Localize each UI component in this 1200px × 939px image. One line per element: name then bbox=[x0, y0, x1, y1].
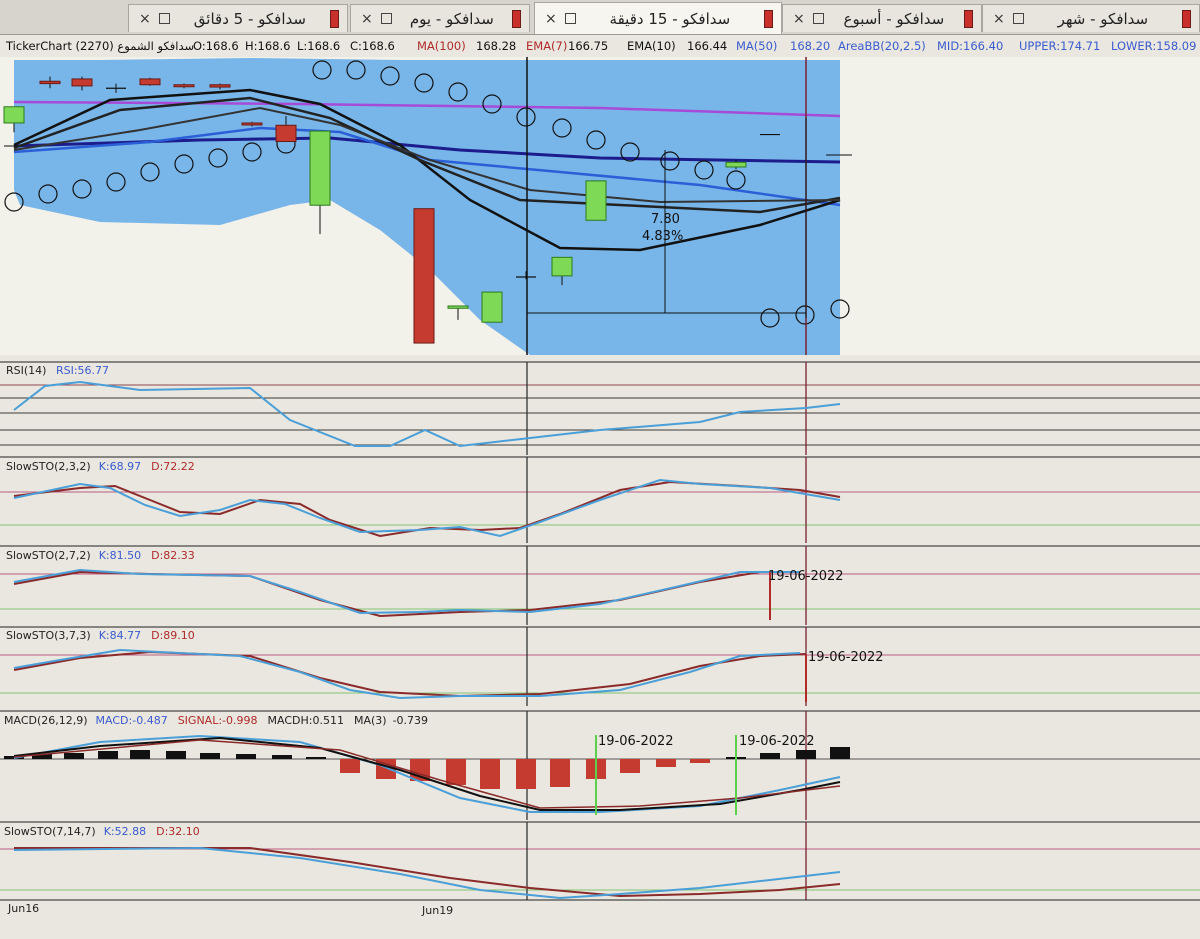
sto2-k: K:81.50 bbox=[98, 549, 142, 562]
sto3-label: SlowSTO(3,7,3) K:84.77 D:89.10 bbox=[6, 629, 195, 642]
sto4-k: K:52.88 bbox=[103, 825, 147, 838]
macd-label: MACD(26,12,9) MACD:-0.487 SIGNAL:-0.998 MAC… bbox=[4, 714, 428, 727]
macd-hist-positive bbox=[166, 751, 186, 759]
macd-hist-positive bbox=[306, 757, 326, 759]
signal-value: SIGNAL:-0.998 bbox=[177, 714, 258, 727]
macd-hist-positive bbox=[272, 755, 292, 759]
macd-hist-negative bbox=[690, 759, 710, 763]
bearish-candle bbox=[241, 122, 263, 126]
bearish-candle bbox=[71, 78, 93, 87]
sto4-d: D:32.10 bbox=[156, 825, 200, 838]
macd-title: MACD(26,12,9) bbox=[4, 714, 88, 727]
macd-hist-positive bbox=[130, 750, 150, 759]
sto4-title: SlowSTO(7,14,7) bbox=[4, 825, 96, 838]
sto1-label: SlowSTO(2,3,2) K:68.97 D:72.22 bbox=[6, 460, 195, 473]
rsi-value: RSI:56.77 bbox=[55, 364, 110, 377]
macd-hist-positive bbox=[64, 753, 84, 759]
sto4-label: SlowSTO(7,14,7) K:52.88 D:32.10 bbox=[4, 825, 200, 838]
bullish-candle bbox=[585, 180, 607, 221]
sto4-d-line bbox=[14, 847, 841, 898]
x-tick-label: Jun19 bbox=[422, 904, 454, 917]
macd-hist-positive bbox=[796, 750, 816, 759]
macd-hist-positive bbox=[200, 753, 220, 759]
macdh-value: MACDH:0.511 bbox=[267, 714, 344, 727]
macd-hist-negative bbox=[656, 759, 676, 767]
macd-hist-negative bbox=[516, 759, 536, 789]
macd-hist-negative bbox=[550, 759, 570, 787]
change-percent: 4.83% bbox=[642, 229, 684, 244]
bearish-candle bbox=[275, 124, 297, 142]
sto2-title: SlowSTO(2,7,2) bbox=[6, 549, 91, 562]
bearish-candle bbox=[413, 208, 435, 344]
macd-value: MACD:-0.487 bbox=[95, 714, 168, 727]
sto1-d: D:72.22 bbox=[151, 460, 195, 473]
bearish-candle bbox=[139, 78, 161, 86]
macd-hist-positive bbox=[98, 751, 118, 759]
macd-hist-negative bbox=[480, 759, 500, 789]
macd-hist-positive bbox=[236, 754, 256, 759]
bullish-candle bbox=[309, 130, 331, 206]
x-tick-label: Jun16 bbox=[8, 902, 40, 915]
sto3-d: D:89.10 bbox=[151, 629, 195, 642]
macd-date-2: 19-06-2022 bbox=[739, 734, 815, 749]
bullish-candle bbox=[481, 291, 503, 323]
bullish-candle bbox=[551, 256, 573, 277]
ma3-value: -0.739 bbox=[392, 714, 429, 727]
sto3-title: SlowSTO(3,7,3) bbox=[6, 629, 91, 642]
bearish-candle bbox=[209, 84, 231, 88]
bearish-candle bbox=[39, 80, 61, 85]
sto2-date: 19-06-2022 bbox=[768, 569, 844, 584]
macd-hist-negative bbox=[340, 759, 360, 773]
sto2-k-line bbox=[13, 568, 800, 615]
macd-hist-positive bbox=[760, 753, 780, 759]
rsi-label: RSI(14) RSI:56.77 bbox=[6, 364, 109, 377]
macd-hist-negative bbox=[620, 759, 640, 773]
change-value: 7.80 bbox=[651, 212, 680, 227]
sto3-k: K:84.77 bbox=[98, 629, 142, 642]
bullish-candle bbox=[3, 106, 25, 124]
sto3-d-line bbox=[13, 650, 807, 698]
bearish-candle bbox=[173, 84, 195, 88]
macd-date-1: 19-06-2022 bbox=[598, 734, 674, 749]
sto2-label: SlowSTO(2,7,2) K:81.50 D:82.33 bbox=[6, 549, 195, 562]
macd-hist-positive bbox=[830, 747, 850, 759]
sto2-d: D:82.33 bbox=[151, 549, 195, 562]
ma3-label: MA(3) bbox=[353, 714, 387, 727]
sto3-k-line bbox=[13, 648, 801, 700]
sto3-date: 19-06-2022 bbox=[808, 650, 884, 665]
rsi-line bbox=[13, 380, 841, 448]
macd-hist-negative bbox=[446, 759, 466, 785]
sto1-k: K:68.97 bbox=[98, 460, 142, 473]
bullish-candle bbox=[447, 305, 469, 309]
bullish-candle bbox=[725, 161, 747, 168]
rsi-title: RSI(14) bbox=[6, 364, 47, 377]
sto1-title: SlowSTO(2,3,2) bbox=[6, 460, 91, 473]
sto1-d-line bbox=[13, 480, 841, 538]
